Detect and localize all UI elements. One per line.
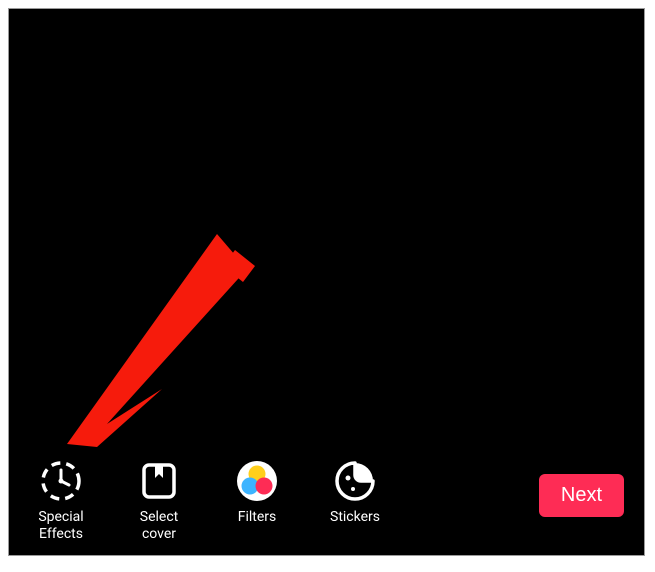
bookmark-frame-icon <box>137 459 181 503</box>
tool-label: Selectcover <box>140 509 178 543</box>
next-button[interactable]: Next <box>539 474 624 517</box>
color-circles-icon <box>235 459 279 503</box>
editor-toolbar: SpecialEffects Selectcover <box>29 459 624 543</box>
tool-items: SpecialEffects Selectcover <box>29 459 387 543</box>
tool-label: Filters <box>238 509 277 526</box>
callout-arrow-icon <box>67 234 267 454</box>
tool-label: SpecialEffects <box>38 509 83 543</box>
filters-button[interactable]: Filters <box>225 459 289 526</box>
tool-label: Stickers <box>330 509 380 526</box>
clock-dashed-icon <box>39 459 83 503</box>
special-effects-button[interactable]: SpecialEffects <box>29 459 93 543</box>
video-edit-screen: SpecialEffects Selectcover <box>8 8 645 556</box>
stickers-button[interactable]: Stickers <box>323 459 387 526</box>
sticker-face-icon <box>333 459 377 503</box>
select-cover-button[interactable]: Selectcover <box>127 459 191 543</box>
